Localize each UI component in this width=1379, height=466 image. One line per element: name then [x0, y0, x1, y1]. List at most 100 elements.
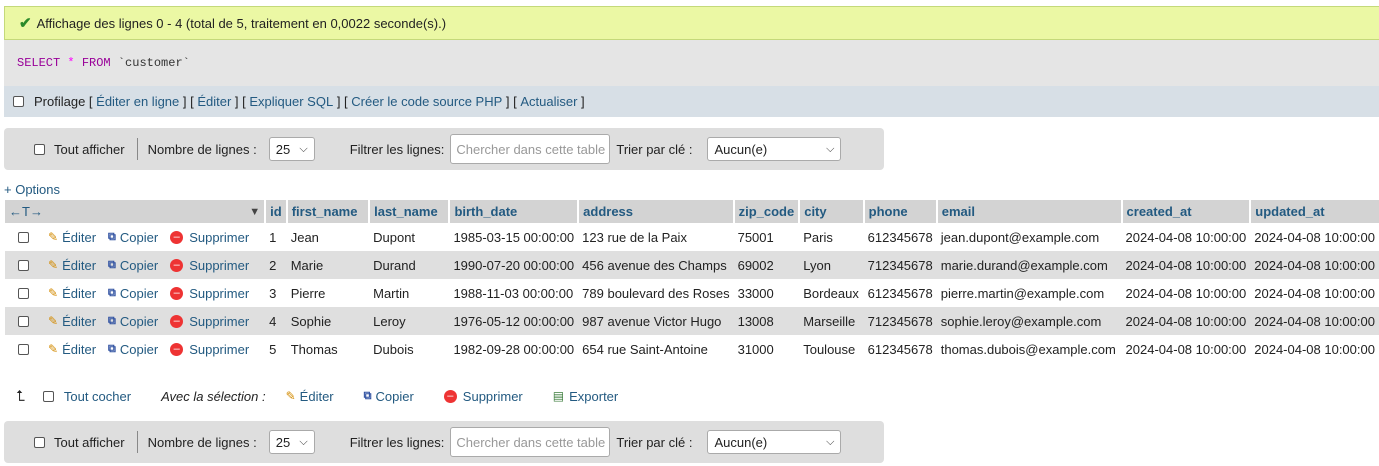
bulk-copy-button[interactable]: ⧉ Copier	[364, 389, 414, 404]
column-header-updated-at[interactable]: updated_at	[1249, 200, 1379, 223]
row-checkbox[interactable]	[18, 259, 29, 271]
profiling-checkbox[interactable]	[13, 96, 24, 107]
cell-id[interactable]: 1	[265, 223, 287, 251]
row-edit-button[interactable]: ✎ Éditer	[48, 286, 96, 301]
cell-phone[interactable]: 612345678	[863, 223, 937, 251]
row-copy-button[interactable]: ⧉ Copier	[108, 286, 158, 301]
cell-city[interactable]: Paris	[799, 223, 864, 251]
row-edit-button[interactable]: ✎ Éditer	[48, 230, 96, 245]
cell-email[interactable]: jean.dupont@example.com	[936, 223, 1122, 251]
cell-phone[interactable]: 612345678	[863, 335, 937, 363]
cell-birth-date[interactable]: 1990-07-20 00:00:00	[449, 251, 579, 279]
cell-id[interactable]: 3	[265, 279, 287, 307]
refresh-link[interactable]: Actualiser	[520, 94, 577, 109]
cell-city[interactable]: Marseille	[799, 307, 864, 335]
row-delete-button[interactable]: – Supprimer	[170, 342, 249, 357]
edit-query-link[interactable]: Éditer	[197, 94, 231, 109]
cell-phone[interactable]: 712345678	[863, 307, 937, 335]
cell-updated-at[interactable]: 2024-04-08 10:00:00	[1250, 279, 1379, 307]
row-checkbox[interactable]	[18, 315, 29, 327]
cell-email[interactable]: thomas.dubois@example.com	[936, 335, 1122, 363]
cell-last-name[interactable]: Martin	[369, 279, 450, 307]
show-all-checkbox[interactable]	[34, 143, 45, 155]
cell-last-name[interactable]: Durand	[369, 251, 450, 279]
cell-address[interactable]: 123 rue de la Paix	[578, 223, 734, 251]
cell-email[interactable]: sophie.leroy@example.com	[936, 307, 1122, 335]
cell-updated-at[interactable]: 2024-04-08 10:00:00	[1250, 251, 1379, 279]
cell-zip-code[interactable]: 69002	[733, 251, 800, 279]
column-header-email[interactable]: email	[935, 200, 1122, 223]
bulk-edit-button[interactable]: ✎ Éditer	[286, 389, 334, 404]
rows-select[interactable]: 25 ⌵	[268, 430, 315, 454]
sort-select[interactable]: Aucun(e) ⌵	[707, 137, 842, 161]
bulk-delete-button[interactable]: – Supprimer	[443, 389, 523, 404]
cell-birth-date[interactable]: 1985-03-15 00:00:00	[449, 223, 579, 251]
bulk-export-button[interactable]: ▤ Exporter	[553, 389, 618, 404]
sort-triangle-icon[interactable]: ▼	[249, 206, 260, 218]
row-delete-button[interactable]: – Supprimer	[170, 258, 249, 273]
filter-input[interactable]: Chercher dans cette table	[450, 427, 611, 457]
cell-created-at[interactable]: 2024-04-08 10:00:00	[1121, 335, 1251, 363]
cell-phone[interactable]: 712345678	[863, 251, 937, 279]
cell-updated-at[interactable]: 2024-04-08 10:00:00	[1250, 307, 1379, 335]
cell-birth-date[interactable]: 1988-11-03 00:00:00	[449, 279, 579, 307]
row-delete-button[interactable]: – Supprimer	[170, 314, 249, 329]
row-copy-button[interactable]: ⧉ Copier	[108, 342, 158, 357]
cell-updated-at[interactable]: 2024-04-08 10:00:00	[1250, 335, 1379, 363]
cell-city[interactable]: Lyon	[799, 251, 864, 279]
column-header-address[interactable]: address	[577, 200, 734, 223]
cell-first-name[interactable]: Jean	[286, 223, 370, 251]
cell-city[interactable]: Bordeaux	[799, 279, 864, 307]
cell-email[interactable]: pierre.martin@example.com	[936, 279, 1122, 307]
column-header-phone[interactable]: phone	[862, 200, 937, 223]
cell-id[interactable]: 4	[265, 307, 287, 335]
cell-city[interactable]: Toulouse	[799, 335, 864, 363]
cell-created-at[interactable]: 2024-04-08 10:00:00	[1121, 307, 1251, 335]
row-delete-button[interactable]: – Supprimer	[170, 230, 249, 245]
cell-address[interactable]: 987 avenue Victor Hugo	[578, 307, 734, 335]
row-edit-button[interactable]: ✎ Éditer	[48, 258, 96, 273]
row-checkbox[interactable]	[18, 343, 29, 355]
row-edit-button[interactable]: ✎ Éditer	[48, 342, 96, 357]
cell-address[interactable]: 789 boulevard des Roses	[578, 279, 734, 307]
cell-first-name[interactable]: Pierre	[286, 279, 370, 307]
cell-id[interactable]: 5	[265, 335, 287, 363]
show-all-checkbox[interactable]	[34, 436, 45, 448]
column-header-birth-date[interactable]: birth_date	[448, 200, 579, 223]
column-header-zip-code[interactable]: zip_code	[732, 200, 800, 223]
rows-select[interactable]: 25 ⌵	[268, 137, 315, 161]
cell-created-at[interactable]: 2024-04-08 10:00:00	[1121, 223, 1251, 251]
cell-address[interactable]: 654 rue Saint-Antoine	[578, 335, 734, 363]
cell-created-at[interactable]: 2024-04-08 10:00:00	[1121, 279, 1251, 307]
cell-zip-code[interactable]: 31000	[733, 335, 800, 363]
row-copy-button[interactable]: ⧉ Copier	[108, 258, 158, 273]
row-checkbox[interactable]	[18, 287, 29, 299]
column-resize-arrows-icon[interactable]: ←T→	[9, 204, 43, 219]
create-php-link[interactable]: Créer le code source PHP	[351, 94, 502, 109]
row-edit-button[interactable]: ✎ Éditer	[48, 314, 96, 329]
edit-inline-link[interactable]: Éditer en ligne	[96, 94, 179, 109]
cell-first-name[interactable]: Sophie	[286, 307, 370, 335]
explain-sql-link[interactable]: Expliquer SQL	[249, 94, 333, 109]
cell-last-name[interactable]: Dubois	[369, 335, 450, 363]
check-all-checkbox[interactable]	[42, 390, 54, 402]
cell-last-name[interactable]: Dupont	[369, 223, 450, 251]
row-copy-button[interactable]: ⧉ Copier	[108, 230, 158, 245]
check-all-link[interactable]: Tout cocher	[64, 389, 131, 404]
column-header-first-name[interactable]: first_name	[285, 200, 370, 223]
cell-last-name[interactable]: Leroy	[369, 307, 450, 335]
filter-input[interactable]: Chercher dans cette table	[450, 134, 611, 164]
cell-first-name[interactable]: Thomas	[286, 335, 370, 363]
cell-updated-at[interactable]: 2024-04-08 10:00:00	[1250, 223, 1379, 251]
cell-phone[interactable]: 612345678	[863, 279, 937, 307]
cell-birth-date[interactable]: 1982-09-28 00:00:00	[449, 335, 579, 363]
cell-first-name[interactable]: Marie	[286, 251, 370, 279]
column-header-created-at[interactable]: created_at	[1120, 200, 1251, 223]
column-header-city[interactable]: city	[798, 200, 864, 223]
options-link[interactable]: + Options	[4, 182, 60, 197]
row-delete-button[interactable]: – Supprimer	[170, 286, 249, 301]
row-copy-button[interactable]: ⧉ Copier	[108, 314, 158, 329]
sort-select[interactable]: Aucun(e) ⌵	[707, 430, 842, 454]
cell-address[interactable]: 456 avenue des Champs	[578, 251, 734, 279]
column-header-last-name[interactable]: last_name	[368, 200, 450, 223]
